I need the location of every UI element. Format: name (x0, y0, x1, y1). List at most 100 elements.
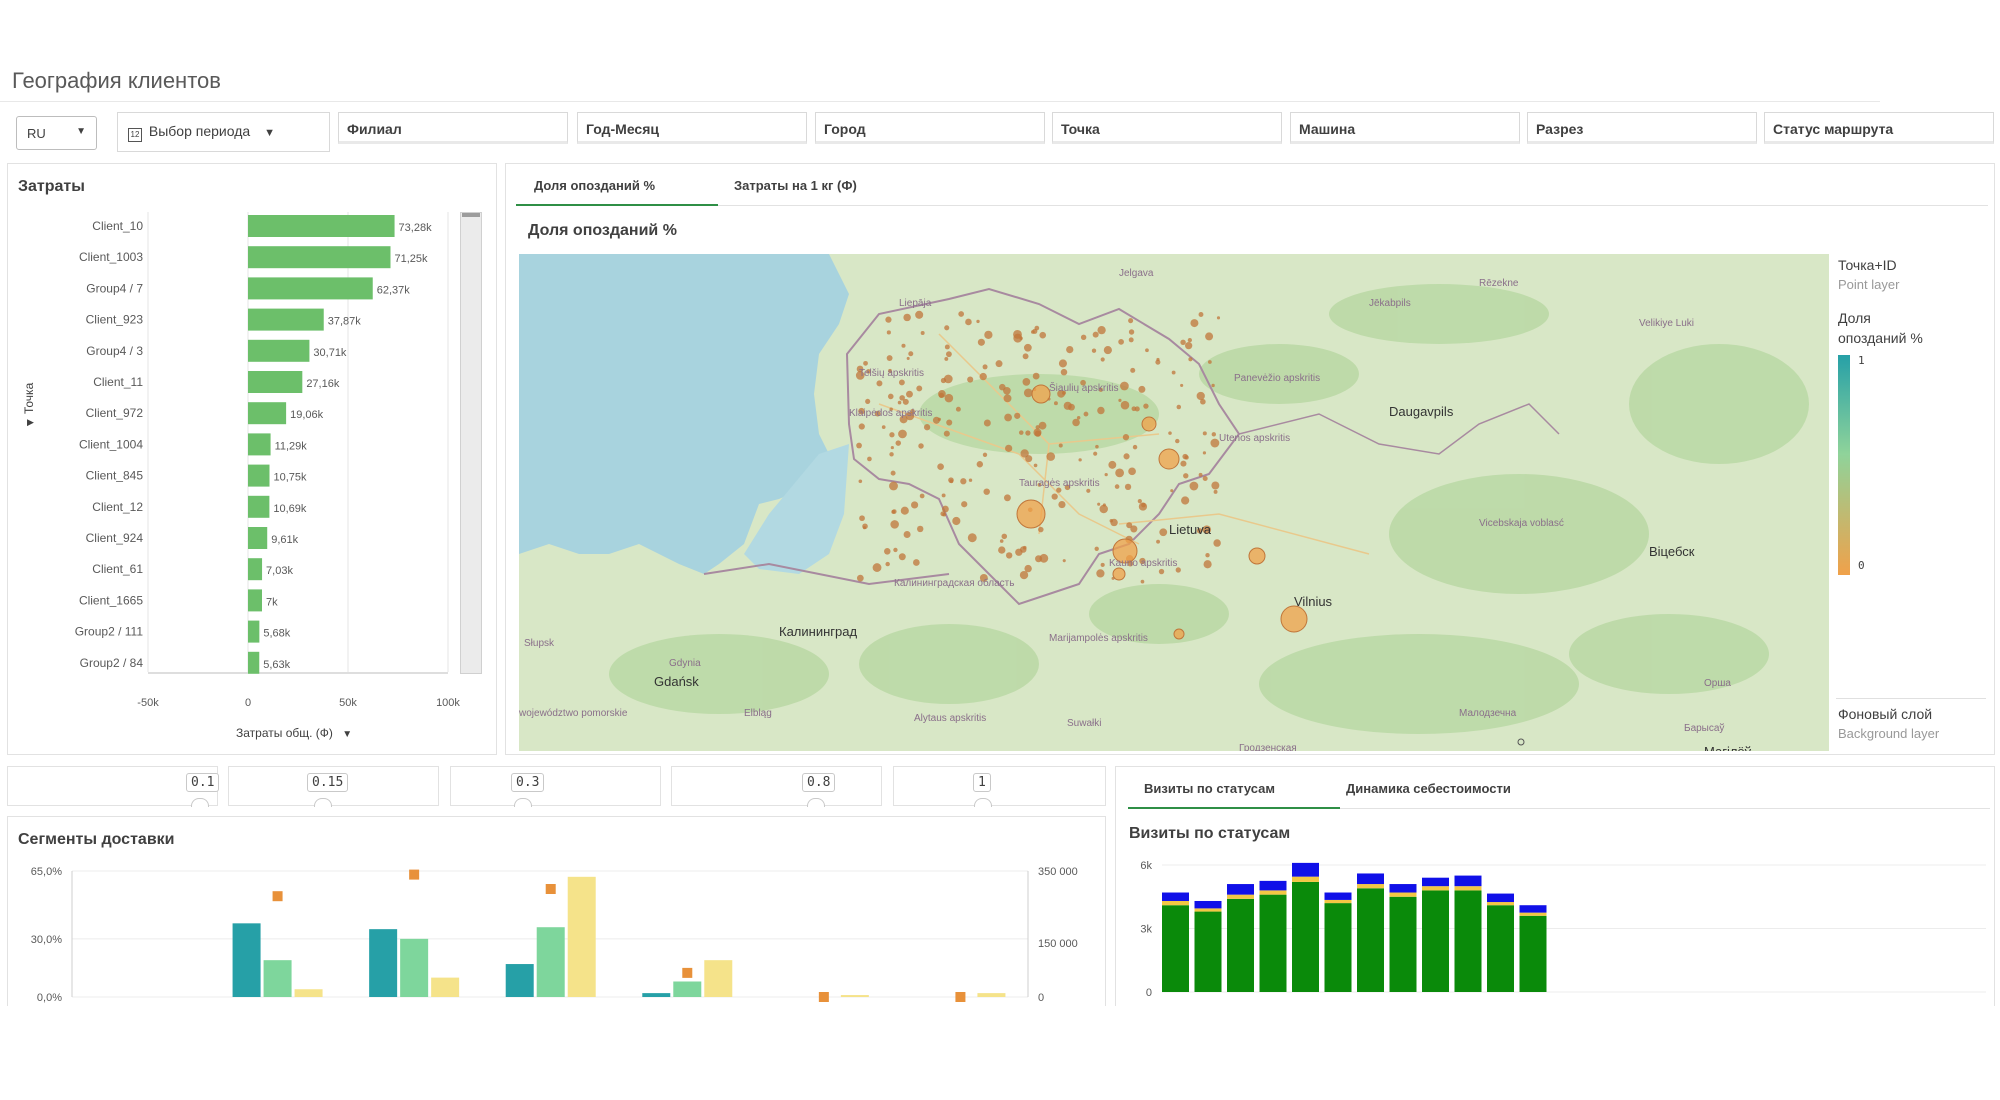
segment-bar[interactable] (505, 964, 534, 997)
map-point[interactable] (1058, 443, 1063, 448)
map-point[interactable] (898, 379, 905, 386)
map-point[interactable] (983, 488, 990, 495)
map-point[interactable] (952, 516, 961, 526)
map-point[interactable] (1005, 552, 1013, 559)
map-point[interactable] (1176, 404, 1182, 410)
tab-cost-per-kg[interactable]: Затраты на 1 кг (Ф) (734, 178, 857, 193)
visits-bar-segment[interactable] (1357, 888, 1384, 992)
visits-bar-segment[interactable] (1162, 900, 1189, 906)
map-point[interactable] (1023, 388, 1033, 398)
segment-bar[interactable] (642, 993, 671, 997)
map-point[interactable] (1202, 451, 1207, 455)
map-point[interactable] (1103, 346, 1112, 355)
slider-2[interactable]: 0.15 (228, 766, 439, 807)
segment-marker[interactable] (818, 992, 829, 1002)
map-point[interactable] (1022, 353, 1029, 360)
map-point[interactable] (1003, 394, 1012, 403)
category-label[interactable]: Client_12 (92, 500, 143, 514)
map-point[interactable] (891, 509, 897, 514)
visits-bar-segment[interactable] (1422, 890, 1449, 992)
visits-bar-segment[interactable] (1259, 880, 1287, 891)
map-point[interactable] (898, 553, 906, 561)
slider-5-handle[interactable] (974, 798, 992, 807)
visits-bar-segment[interactable] (1389, 896, 1417, 992)
visits-bar-segment[interactable] (1292, 881, 1319, 992)
map-point[interactable] (920, 331, 925, 336)
map-point[interactable] (944, 344, 950, 350)
map-point[interactable] (1202, 475, 1208, 481)
category-label[interactable]: Client_924 (86, 531, 144, 545)
map-point-large[interactable] (1016, 499, 1046, 529)
map-point[interactable] (1175, 438, 1180, 444)
map-point[interactable] (1211, 383, 1215, 388)
map-point[interactable] (916, 525, 924, 533)
map-point[interactable] (903, 530, 911, 538)
map-point[interactable] (1060, 368, 1068, 376)
map-point[interactable] (919, 493, 925, 499)
cost-bar[interactable] (248, 277, 373, 300)
map-point[interactable] (945, 351, 952, 358)
category-label[interactable]: Group2 / 111 (75, 625, 144, 639)
map-point[interactable] (1138, 502, 1148, 511)
map-point[interactable] (1211, 432, 1217, 437)
map-point[interactable] (908, 351, 914, 357)
map-point[interactable] (1023, 343, 1032, 352)
filter-section[interactable]: Разрез (1527, 112, 1757, 144)
map-point[interactable] (1198, 312, 1204, 317)
map-point[interactable] (1099, 504, 1108, 514)
map-point[interactable] (1122, 434, 1130, 441)
map-point[interactable] (1143, 403, 1149, 409)
visits-bar-segment[interactable] (1324, 903, 1352, 992)
slider-1-handle[interactable] (191, 798, 209, 807)
map-point[interactable] (1078, 458, 1082, 462)
map-point[interactable] (1128, 337, 1134, 343)
map-point[interactable] (976, 319, 980, 324)
map-point[interactable] (1205, 553, 1210, 558)
map-point[interactable] (1189, 481, 1199, 491)
map-point[interactable] (1038, 526, 1044, 533)
map-point[interactable] (858, 479, 863, 484)
filter-vehicle[interactable]: Машина (1290, 112, 1520, 144)
map-point[interactable] (1114, 484, 1120, 489)
period-picker[interactable]: 12 Выбор периода ▼ (117, 112, 330, 152)
map-point[interactable] (1120, 381, 1129, 391)
map-point[interactable] (937, 417, 941, 421)
map-point[interactable] (1128, 329, 1135, 335)
map-point[interactable] (965, 318, 972, 326)
category-label[interactable]: Group4 / 7 (86, 281, 143, 295)
map-point[interactable] (955, 406, 961, 412)
cost-bar[interactable] (248, 308, 324, 331)
map-point[interactable] (1014, 412, 1021, 419)
map-point[interactable] (1180, 339, 1186, 346)
map-point[interactable] (903, 313, 911, 322)
map-point[interactable] (1086, 488, 1091, 493)
category-label[interactable]: Client_10 (92, 219, 143, 233)
map-point[interactable] (1185, 342, 1193, 350)
map-point[interactable] (911, 501, 919, 509)
filter-point[interactable]: Точка (1052, 112, 1282, 144)
map-point[interactable] (906, 390, 913, 398)
visits-bar-segment[interactable] (1422, 877, 1449, 887)
segment-bar[interactable] (369, 929, 398, 997)
map-point[interactable] (968, 478, 973, 482)
map-point[interactable] (982, 364, 988, 370)
cost-bar[interactable] (248, 215, 395, 237)
map-point[interactable] (984, 330, 993, 339)
map-point[interactable] (1001, 533, 1008, 540)
map-point[interactable] (912, 559, 920, 566)
visits-bar-segment[interactable] (1259, 890, 1287, 895)
map-point[interactable] (943, 430, 950, 437)
map-point[interactable] (944, 356, 949, 361)
map-point[interactable] (1168, 431, 1172, 435)
map-point[interactable] (1080, 334, 1087, 341)
map-point[interactable] (1015, 548, 1023, 556)
visits-bar-segment[interactable] (1324, 892, 1352, 900)
visits-bar-segment[interactable] (1454, 890, 1482, 992)
map-point[interactable] (885, 561, 890, 567)
map-point[interactable] (862, 526, 867, 530)
map-point[interactable] (1156, 539, 1161, 544)
map-point[interactable] (1025, 430, 1031, 436)
filter-city[interactable]: Город (815, 112, 1045, 144)
map-point-large[interactable] (1173, 628, 1185, 640)
map-point[interactable] (1131, 406, 1137, 412)
